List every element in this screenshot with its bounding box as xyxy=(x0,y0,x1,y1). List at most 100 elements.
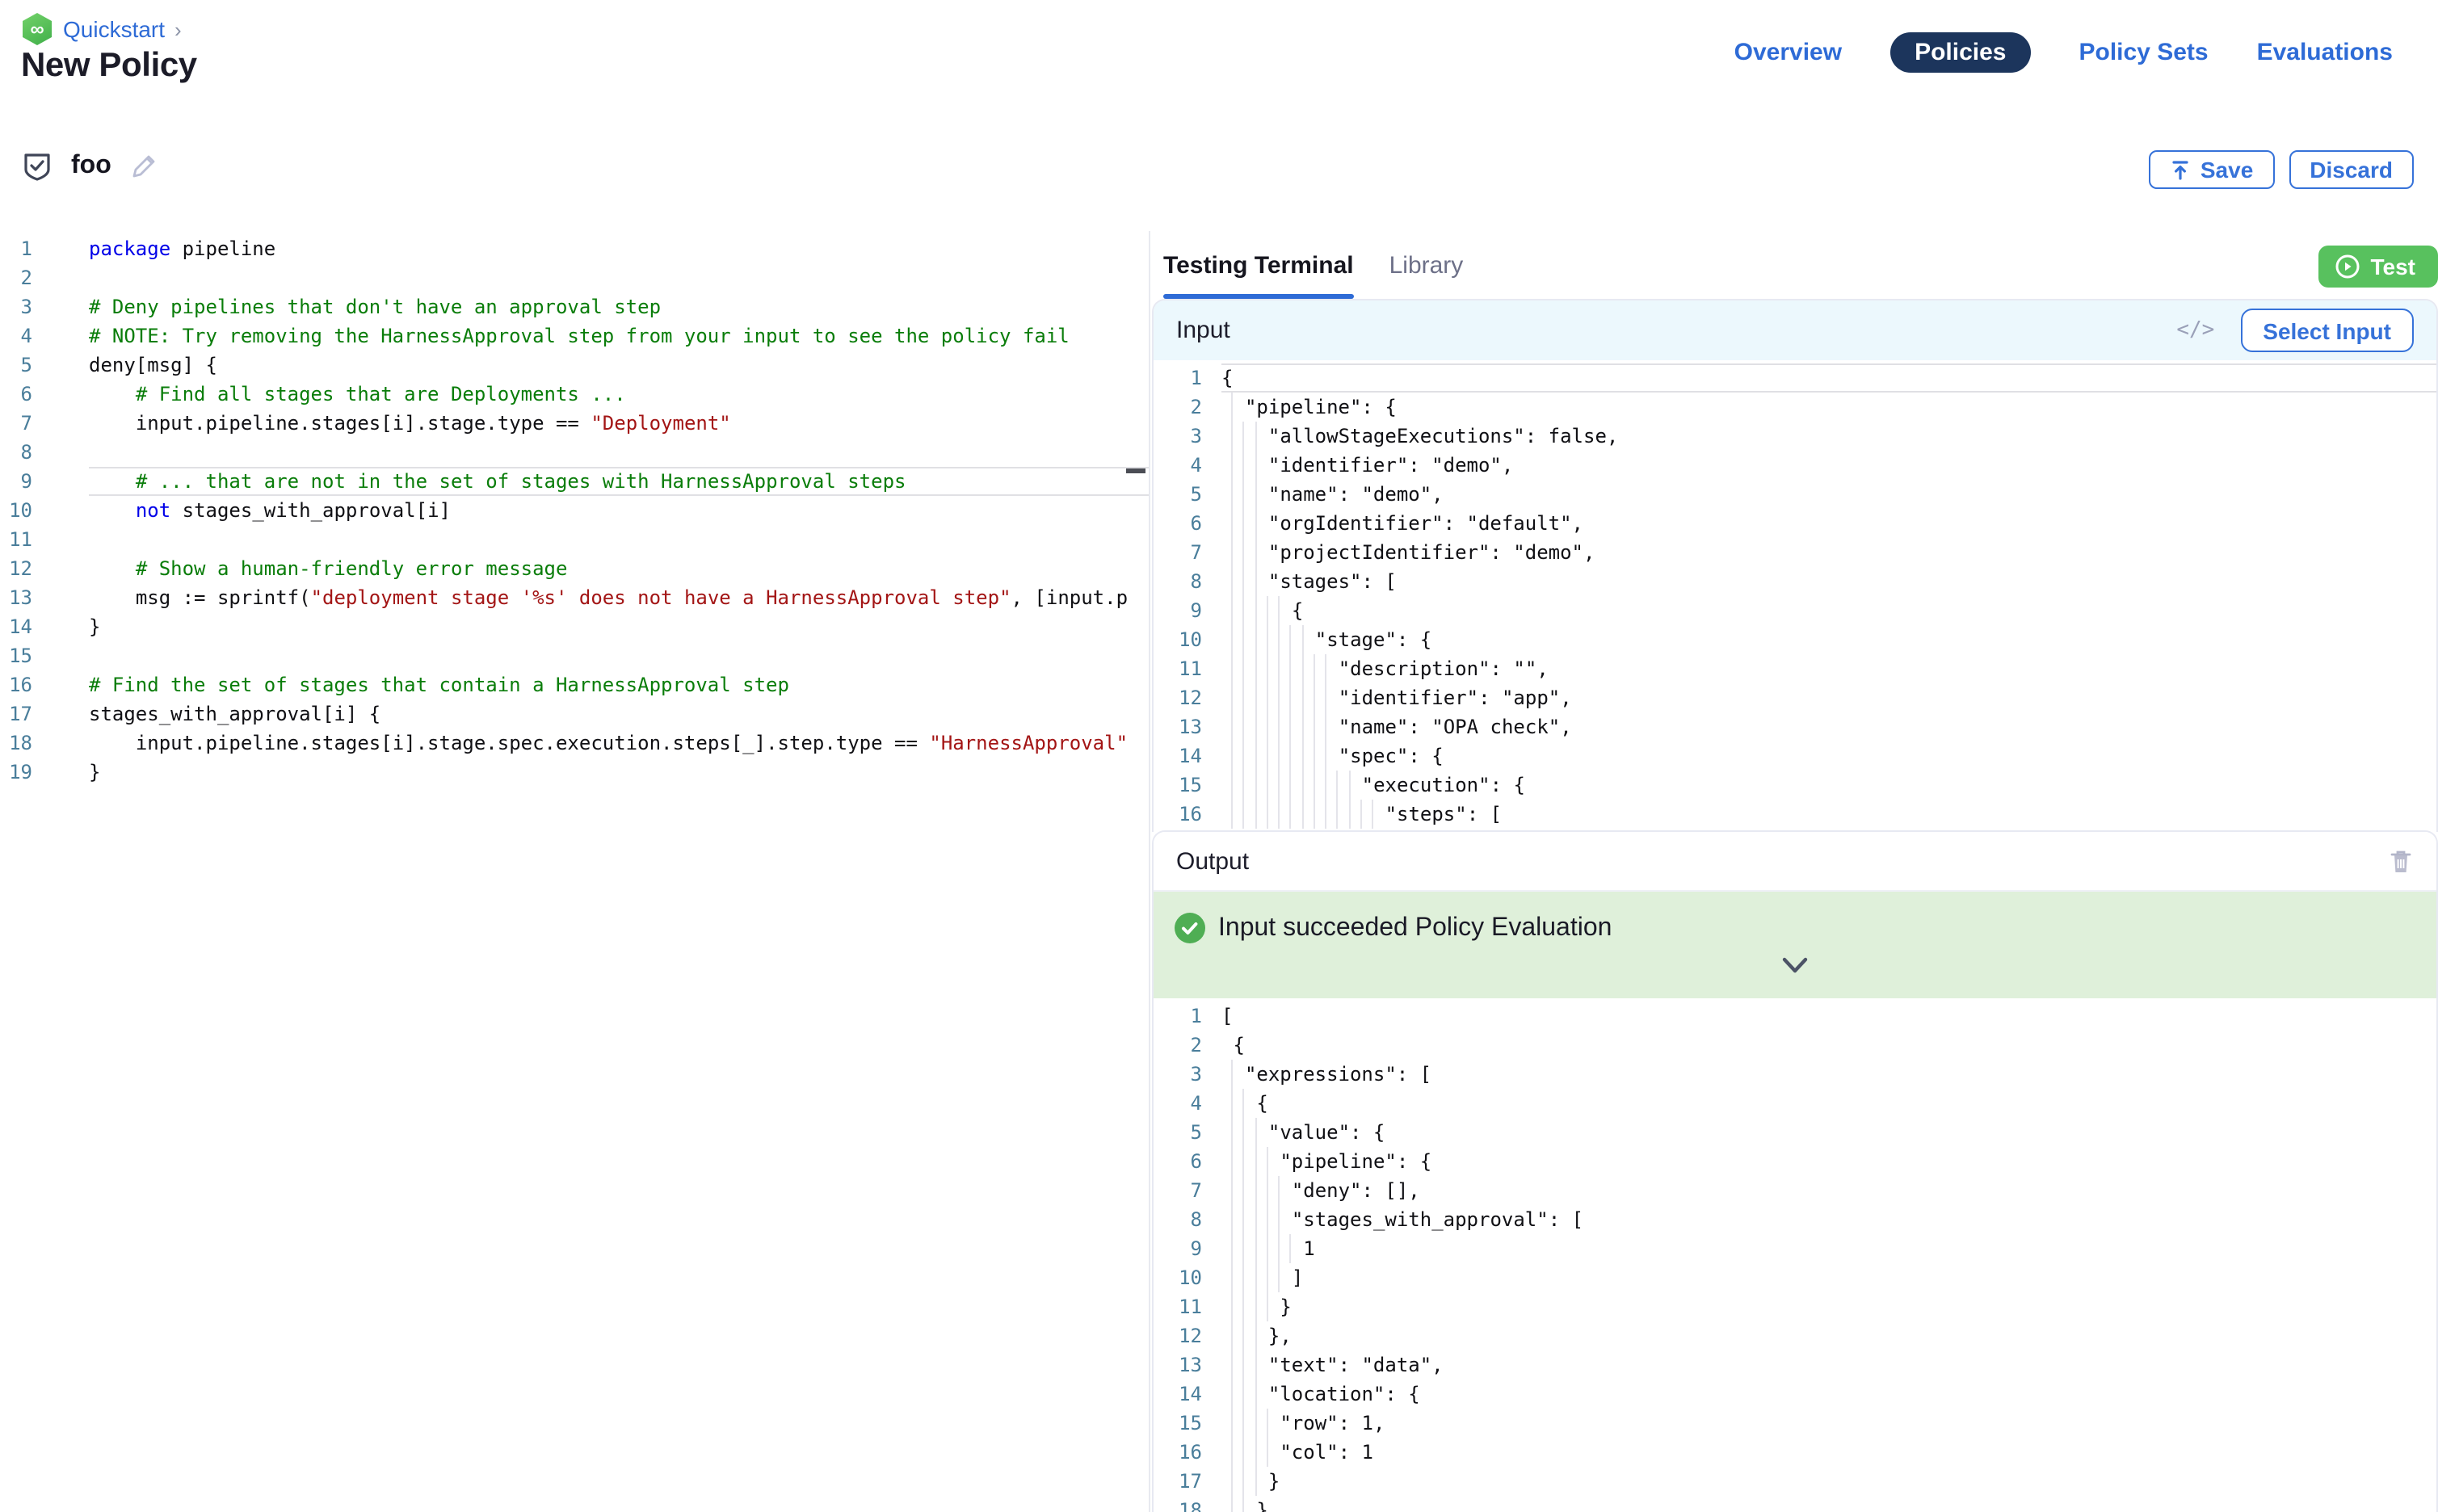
tab-testing-terminal[interactable]: Testing Terminal xyxy=(1163,231,1354,299)
code-line[interactable]: 17stages_with_approval[i] { xyxy=(0,699,1149,729)
line-number: 18 xyxy=(1154,1496,1202,1512)
code-line[interactable]: 13 "text": "data", xyxy=(1154,1350,2436,1380)
code-token: } xyxy=(89,615,100,638)
code-line[interactable]: 15 "row": 1, xyxy=(1154,1409,2436,1438)
trash-icon[interactable] xyxy=(2388,847,2414,875)
input-json-editor[interactable]: 1{2 "pipeline": {3 "allowStageExecutions… xyxy=(1154,360,2436,832)
indent-guide xyxy=(1267,1409,1280,1438)
code-line[interactable]: 13 "name": "OPA check", xyxy=(1154,712,2436,741)
code-line[interactable]: 4 "identifier": "demo", xyxy=(1154,451,2436,480)
code-line-text: # ... that are not in the set of stages … xyxy=(89,467,1149,496)
code-line[interactable]: 5 "value": { xyxy=(1154,1118,2436,1147)
check-circle-icon xyxy=(1175,913,1205,943)
code-line[interactable]: 16 "col": 1 xyxy=(1154,1438,2436,1467)
code-line[interactable]: 10 ] xyxy=(1154,1263,2436,1292)
code-token: not xyxy=(136,499,170,522)
code-line[interactable]: 3# Deny pipelines that don't have an app… xyxy=(0,292,1149,321)
code-line[interactable]: 17 } xyxy=(1154,1467,2436,1496)
code-line[interactable]: 14 "spec": { xyxy=(1154,741,2436,771)
indent-guide xyxy=(1290,1234,1303,1263)
code-line[interactable]: 6 "orgIdentifier": "default", xyxy=(1154,509,2436,538)
tab-evaluations[interactable]: Evaluations xyxy=(2257,38,2393,65)
tab-library[interactable]: Library xyxy=(1389,231,1464,299)
code-line[interactable]: 8 xyxy=(0,438,1149,467)
code-line[interactable]: 6 "pipeline": { xyxy=(1154,1147,2436,1176)
code-line[interactable]: 10 "stage": { xyxy=(1154,625,2436,654)
code-line-text: 1 xyxy=(1221,1234,2436,1263)
code-line[interactable]: 18 input.pipeline.stages[i].stage.spec.e… xyxy=(0,729,1149,758)
code-token: "identifier": "demo", xyxy=(1268,454,1513,477)
code-line-text: "name": "OPA check", xyxy=(1221,712,2436,741)
code-line[interactable]: 8 "stages_with_approval": [ xyxy=(1154,1205,2436,1234)
code-line[interactable]: 16 "steps": [ xyxy=(1154,800,2436,829)
code-line[interactable]: 12 "identifier": "app", xyxy=(1154,683,2436,712)
code-line-text: { xyxy=(1221,1031,2436,1060)
code-line[interactable]: 7 input.pipeline.stages[i].stage.type ==… xyxy=(0,409,1149,438)
code-line[interactable]: 6 # Find all stages that are Deployments… xyxy=(0,380,1149,409)
indent-guide xyxy=(1255,1380,1267,1409)
code-line[interactable]: 8 "stages": [ xyxy=(1154,567,2436,596)
line-number: 12 xyxy=(1154,683,1202,712)
tab-overview[interactable]: Overview xyxy=(1734,38,1842,65)
code-line[interactable]: 9 # ... that are not in the set of stage… xyxy=(0,467,1149,496)
code-line[interactable]: 1{ xyxy=(1154,363,2436,393)
code-line[interactable]: 11 } xyxy=(1154,1292,2436,1321)
code-token: "name": "OPA check", xyxy=(1339,716,1572,738)
code-line[interactable]: 2 "pipeline": { xyxy=(1154,393,2436,422)
code-line[interactable]: 13 msg := sprintf("deployment stage '%s'… xyxy=(0,583,1149,612)
code-token: "name": "demo", xyxy=(1268,483,1444,506)
line-number: 2 xyxy=(0,263,32,292)
code-line[interactable]: 12 }, xyxy=(1154,1321,2436,1350)
code-line[interactable]: 5deny[msg] { xyxy=(0,351,1149,380)
discard-button[interactable]: Discard xyxy=(2289,150,2414,189)
code-line[interactable]: 10 not stages_with_approval[i] xyxy=(0,496,1149,525)
select-input-button[interactable]: Select Input xyxy=(2240,309,2414,352)
policy-code-editor[interactable]: 1package pipeline23# Deny pipelines that… xyxy=(0,231,1150,1512)
tab-policies[interactable]: Policies xyxy=(1890,32,2030,72)
code-token: package xyxy=(89,237,170,260)
output-json-editor[interactable]: 1[2 {3 "expressions": [4 {5 "value": {6 … xyxy=(1154,998,2436,1512)
code-line[interactable]: 11 xyxy=(0,525,1149,554)
upload-icon xyxy=(2170,159,2191,180)
line-number: 4 xyxy=(1154,451,1202,480)
code-line-text: } xyxy=(1221,1292,2436,1321)
code-line[interactable]: 7 "projectIdentifier": "demo", xyxy=(1154,538,2436,567)
code-line[interactable]: 15 "execution": { xyxy=(1154,771,2436,800)
edit-pencil-icon[interactable] xyxy=(129,153,157,180)
code-line[interactable]: 4# NOTE: Try removing the HarnessApprova… xyxy=(0,321,1149,351)
code-line[interactable]: 9 1 xyxy=(1154,1234,2436,1263)
code-view-icon[interactable]: </> xyxy=(2176,318,2214,342)
code-line[interactable]: 15 xyxy=(0,641,1149,670)
code-line[interactable]: 14 "location": { xyxy=(1154,1380,2436,1409)
code-line-text: # NOTE: Try removing the HarnessApproval… xyxy=(89,321,1149,351)
code-token: "stages_with_approval": [ xyxy=(1292,1208,1583,1231)
code-line[interactable]: 14} xyxy=(0,612,1149,641)
code-token: "value": { xyxy=(1268,1121,1385,1144)
code-line[interactable]: 2 { xyxy=(1154,1031,2436,1060)
code-line[interactable]: 5 "name": "demo", xyxy=(1154,480,2436,509)
code-line[interactable]: 2 xyxy=(0,263,1149,292)
code-line[interactable]: 18 } xyxy=(1154,1496,2436,1512)
code-line[interactable]: 12 # Show a human-friendly error message xyxy=(0,554,1149,583)
code-line[interactable]: 16# Find the set of stages that contain … xyxy=(0,670,1149,699)
policy-name: foo xyxy=(71,152,111,181)
indent-guide xyxy=(1255,509,1267,538)
code-line[interactable]: 3 "expressions": [ xyxy=(1154,1060,2436,1089)
code-line[interactable]: 7 "deny": [], xyxy=(1154,1176,2436,1205)
code-line[interactable]: 4 { xyxy=(1154,1089,2436,1118)
line-number: 3 xyxy=(0,292,32,321)
code-line[interactable]: 19} xyxy=(0,758,1149,787)
tab-policy-sets[interactable]: Policy Sets xyxy=(2079,38,2209,65)
test-button[interactable]: Test xyxy=(2319,246,2438,288)
code-line[interactable]: 1package pipeline xyxy=(0,234,1149,263)
indent-guide xyxy=(1325,683,1338,712)
code-token: deny[msg] { xyxy=(89,354,217,376)
code-line[interactable]: 9 { xyxy=(1154,596,2436,625)
chevron-down-icon[interactable] xyxy=(1781,956,1809,974)
save-button[interactable]: Save xyxy=(2149,150,2274,189)
code-line[interactable]: 1[ xyxy=(1154,1002,2436,1031)
code-line[interactable]: 11 "description": "", xyxy=(1154,654,2436,683)
breadcrumb-link-quickstart[interactable]: Quickstart xyxy=(63,16,165,42)
line-number: 6 xyxy=(1154,509,1202,538)
code-line[interactable]: 3 "allowStageExecutions": false, xyxy=(1154,422,2436,451)
